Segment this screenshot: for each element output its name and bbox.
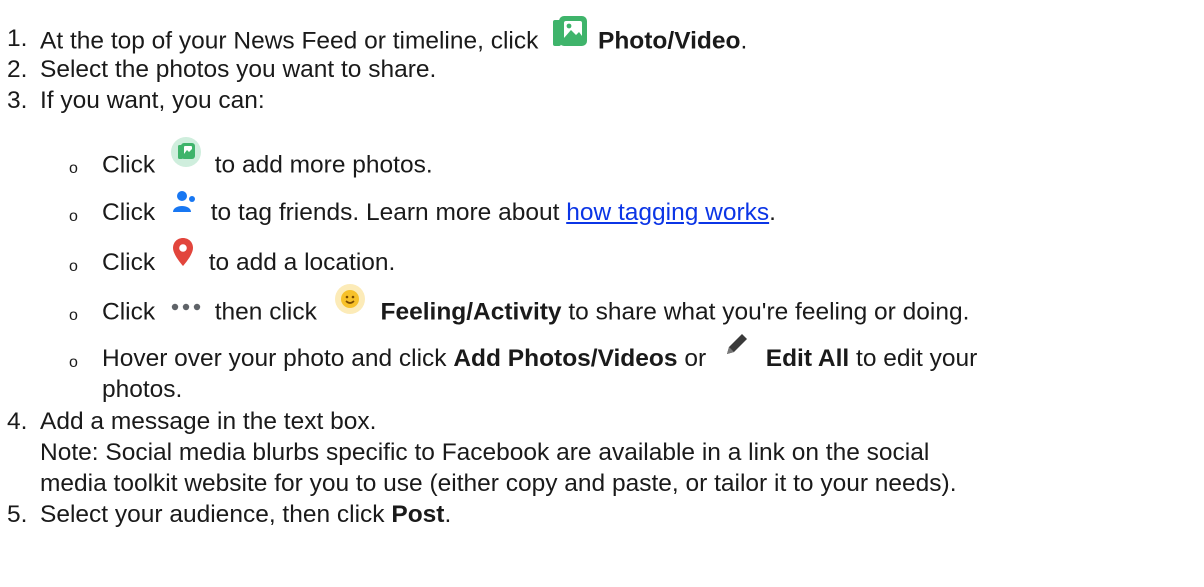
bullet: o — [69, 354, 78, 371]
substep-text: to edit your — [856, 345, 978, 372]
substep-text: to add more photos. — [214, 151, 433, 179]
how-tagging-works-link[interactable]: how tagging works — [566, 199, 769, 226]
step-text: Select the photos you want to share. — [40, 56, 437, 83]
feeling-smiley-icon — [334, 283, 366, 315]
substep-text: to add a location. — [208, 249, 396, 276]
substep-text: Click — [102, 199, 156, 226]
add-photo-icon — [170, 136, 202, 168]
substep-text: then click — [214, 298, 317, 326]
note-text: Note: Social media blurbs specific to Fa… — [40, 439, 930, 466]
bullet: o — [69, 160, 78, 177]
add-photos-videos-label: Add Photos/Videos — [453, 345, 678, 372]
step-number: 4. — [7, 408, 28, 435]
substep-text: Hover over your photo and click — [102, 345, 447, 372]
location-pin-icon — [172, 237, 194, 267]
substep-text: Click — [102, 298, 156, 326]
edit-all-label: Edit All — [765, 345, 850, 372]
step-text: Select your audience, then click — [40, 501, 385, 528]
step-text: Add a message in the text box. — [40, 408, 377, 435]
substep-text: photos. — [102, 376, 183, 403]
step-punct: . — [740, 27, 748, 55]
substep-text: or — [684, 345, 707, 372]
tag-friends-icon — [172, 190, 198, 214]
more-dots-icon — [170, 291, 202, 311]
step-number: 2. — [7, 56, 28, 83]
step-number: 1. — [7, 25, 28, 52]
bullet: o — [69, 258, 78, 275]
bullet: o — [69, 208, 78, 225]
substep-text: to tag friends. Learn more about — [210, 199, 560, 226]
step-number: 3. — [7, 87, 28, 114]
feeling-activity-label: Feeling/Activity — [380, 298, 562, 326]
note-text: media toolkit website for you to use (ei… — [40, 470, 957, 497]
step-bold: Photo/Video — [598, 27, 741, 55]
substep-text: Click — [102, 249, 156, 276]
substep-punct: . — [769, 199, 776, 226]
step-punct: . — [444, 501, 452, 528]
step-text: If you want, you can: — [40, 87, 265, 114]
post-label: Post — [391, 501, 445, 528]
photo-video-icon — [551, 14, 589, 50]
pencil-icon — [723, 330, 751, 358]
substep-text: Click — [102, 151, 156, 179]
substep-text: to share what you're feeling or doing. — [568, 298, 970, 326]
step-number: 5. — [7, 501, 28, 528]
step-text: At the top of your News Feed or timeline… — [40, 27, 539, 55]
bullet: o — [69, 307, 78, 324]
